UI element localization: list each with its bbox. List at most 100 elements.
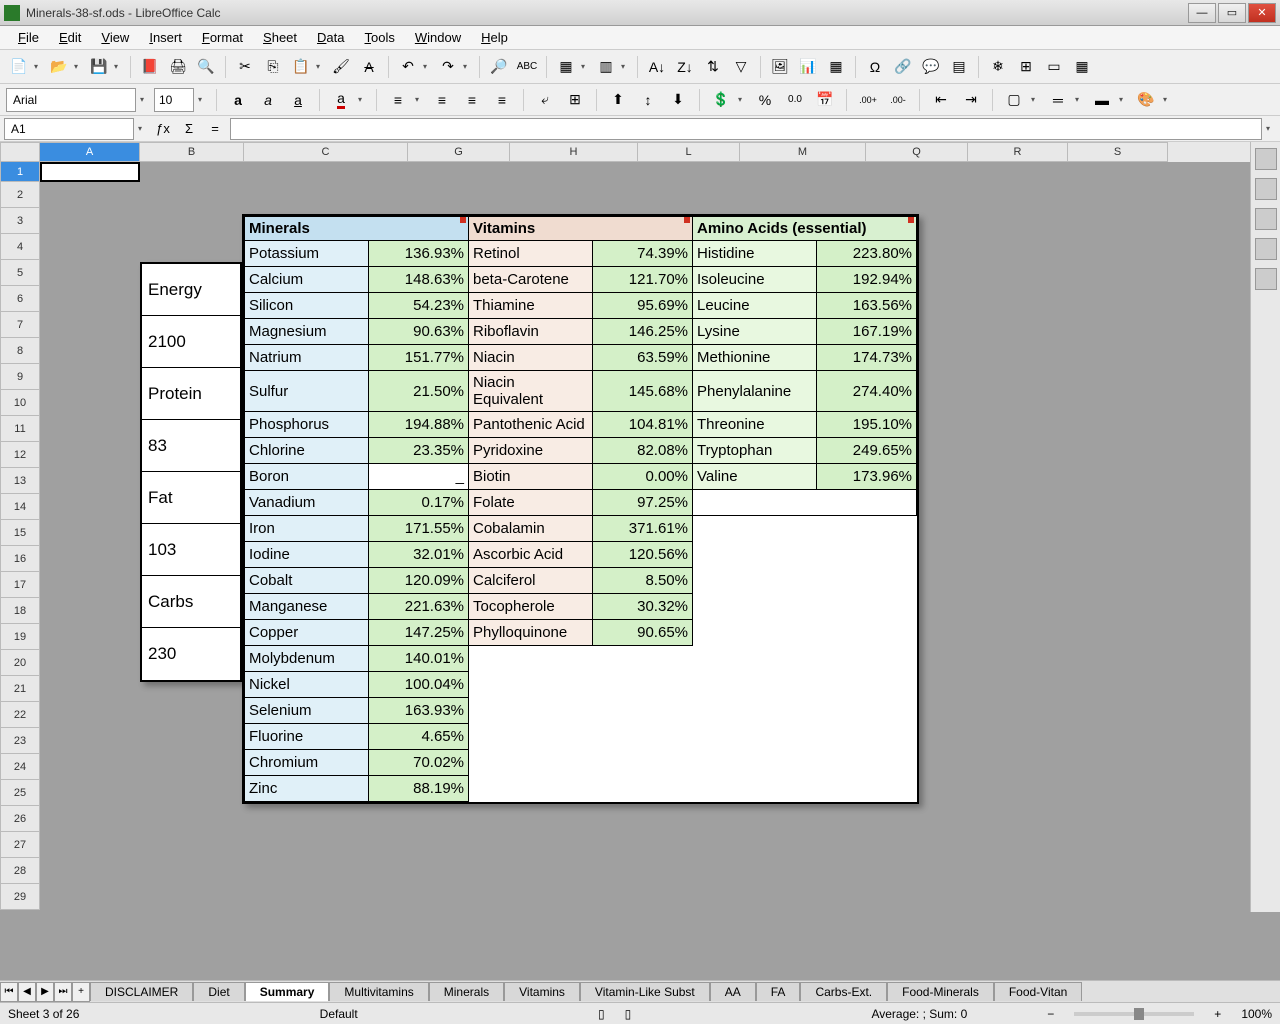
sidebar-gallery-icon[interactable] (1255, 208, 1277, 230)
row-header-29[interactable]: 29 (0, 884, 40, 910)
menu-data[interactable]: Data (307, 27, 354, 48)
column-header-A[interactable]: A (40, 142, 140, 162)
row-header-11[interactable]: 11 (0, 416, 40, 442)
spellcheck-button[interactable]: ABC (514, 54, 540, 80)
column-header-G[interactable]: G (408, 142, 510, 162)
row-header-6[interactable]: 6 (0, 286, 40, 312)
grid-canvas[interactable]: Energy2100Protein83Fat103Carbs230 Minera… (40, 162, 1260, 912)
align-justify-button[interactable]: ≡ (489, 87, 515, 113)
undo-button[interactable]: ↶ (395, 54, 421, 80)
column-header-H[interactable]: H (510, 142, 638, 162)
row-header-24[interactable]: 24 (0, 754, 40, 780)
save-button[interactable]: 💾 (86, 54, 112, 80)
font-color-button[interactable]: a (328, 87, 354, 113)
font-name-input[interactable] (6, 88, 136, 112)
bold-button[interactable]: a (225, 87, 251, 113)
row-header-2[interactable]: 2 (0, 182, 40, 208)
row-header-8[interactable]: 8 (0, 338, 40, 364)
align-right-button[interactable]: ≡ (459, 87, 485, 113)
cell-reference-input[interactable] (4, 118, 134, 140)
sidebar-properties-icon[interactable] (1255, 148, 1277, 170)
remove-decimal-button[interactable]: .00- (885, 87, 911, 113)
column-header-R[interactable]: R (968, 142, 1068, 162)
insert-mode-icon[interactable]: ▯ (598, 1007, 605, 1021)
clone-format-button[interactable]: 🖌 (328, 54, 354, 80)
column-header-S[interactable]: S (1068, 142, 1168, 162)
align-bottom-button[interactable]: ⬇ (665, 87, 691, 113)
row-header-28[interactable]: 28 (0, 858, 40, 884)
tab-first-button[interactable]: ⏮ (0, 982, 18, 1002)
open-button[interactable]: 📂 (46, 54, 72, 80)
row-header-4[interactable]: 4 (0, 234, 40, 260)
menu-tools[interactable]: Tools (355, 27, 405, 48)
grid-button[interactable]: ▦ (1069, 54, 1095, 80)
equals-button[interactable]: = (204, 118, 226, 140)
menu-view[interactable]: View (91, 27, 139, 48)
sheet-tab-food-vitan[interactable]: Food-Vitan (994, 982, 1082, 1001)
menu-window[interactable]: Window (405, 27, 471, 48)
new-doc-button[interactable]: 📄 (6, 54, 32, 80)
sheet-tab-diet[interactable]: Diet (193, 982, 244, 1001)
insert-image-button[interactable]: 🖼 (767, 54, 793, 80)
sheet-tab-fa[interactable]: FA (756, 982, 801, 1001)
row-header-17[interactable]: 17 (0, 572, 40, 598)
sheet-tab-food-minerals[interactable]: Food-Minerals (887, 982, 994, 1001)
sum-button[interactable]: Σ (178, 118, 200, 140)
row-header-10[interactable]: 10 (0, 390, 40, 416)
row-header-5[interactable]: 5 (0, 260, 40, 286)
selection-mode-icon[interactable]: ▯ (625, 1007, 632, 1021)
borders-button[interactable]: ▢ (1001, 87, 1027, 113)
date-button[interactable]: 📅 (812, 87, 838, 113)
column-header-B[interactable]: B (140, 142, 244, 162)
row-header-20[interactable]: 20 (0, 650, 40, 676)
autofilter-button[interactable]: ▽ (728, 54, 754, 80)
increase-indent-button[interactable]: ⇥ (958, 87, 984, 113)
border-color-button[interactable]: ▬ (1089, 87, 1115, 113)
hyperlink-button[interactable]: 🔗 (890, 54, 916, 80)
sort-asc-button[interactable]: A↓ (644, 54, 670, 80)
sidebar-navigator-icon[interactable] (1255, 238, 1277, 260)
add-decimal-button[interactable]: .00+ (855, 87, 881, 113)
merge-cells-button[interactable]: ⊞ (562, 87, 588, 113)
decrease-indent-button[interactable]: ⇤ (928, 87, 954, 113)
row-header-9[interactable]: 9 (0, 364, 40, 390)
redo-button[interactable]: ↷ (435, 54, 461, 80)
insert-chart-button[interactable]: 📊 (795, 54, 821, 80)
selected-cell-a1[interactable] (40, 162, 140, 182)
tab-last-button[interactable]: ⏭ (54, 982, 72, 1002)
sidebar-functions-icon[interactable] (1255, 268, 1277, 290)
sheet-tab-carbs-ext-[interactable]: Carbs-Ext. (800, 982, 887, 1001)
menu-edit[interactable]: Edit (49, 27, 91, 48)
row-header-1[interactable]: 1 (0, 162, 40, 182)
row-header-7[interactable]: 7 (0, 312, 40, 338)
currency-button[interactable]: 💲 (708, 87, 734, 113)
row-header-26[interactable]: 26 (0, 806, 40, 832)
align-left-button[interactable]: ≡ (385, 87, 411, 113)
row-header-23[interactable]: 23 (0, 728, 40, 754)
print-preview-button[interactable]: 🔍 (193, 54, 219, 80)
tab-next-button[interactable]: ▶ (36, 982, 54, 1002)
sheet-tab-summary[interactable]: Summary (245, 982, 330, 1001)
zoom-out-button[interactable]: − (1047, 1007, 1054, 1021)
column-header-L[interactable]: L (638, 142, 740, 162)
cut-button[interactable]: ✂ (232, 54, 258, 80)
export-pdf-button[interactable]: 📕 (137, 54, 163, 80)
header-footer-button[interactable]: ▤ (946, 54, 972, 80)
row-header-19[interactable]: 19 (0, 624, 40, 650)
tab-prev-button[interactable]: ◀ (18, 982, 36, 1002)
print-button[interactable]: 🖨 (165, 54, 191, 80)
special-char-button[interactable]: Ω (862, 54, 888, 80)
zoom-in-button[interactable]: + (1214, 1007, 1221, 1021)
pivot-button[interactable]: ▦ (823, 54, 849, 80)
split-button[interactable]: ⊞ (1013, 54, 1039, 80)
number-button[interactable]: 0.0 (782, 87, 808, 113)
sort-button[interactable]: ⇅ (700, 54, 726, 80)
add-sheet-button[interactable]: + (72, 982, 90, 1002)
row-header-22[interactable]: 22 (0, 702, 40, 728)
sheet-tab-aa[interactable]: AA (710, 982, 756, 1001)
menu-format[interactable]: Format (192, 27, 253, 48)
comment-button[interactable]: 💬 (918, 54, 944, 80)
minimize-button[interactable]: — (1188, 3, 1216, 23)
select-all-corner[interactable] (0, 142, 40, 162)
sidebar-styles-icon[interactable] (1255, 178, 1277, 200)
